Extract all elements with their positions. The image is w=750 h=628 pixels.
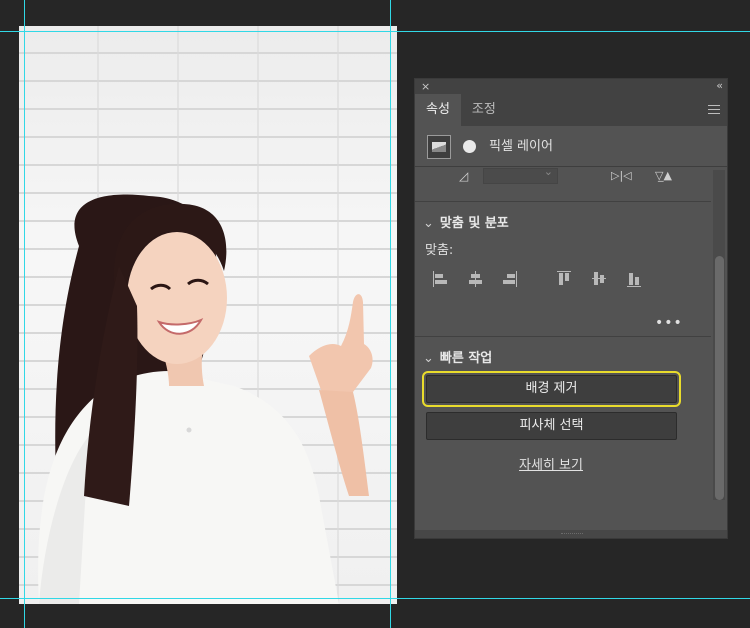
select-subject-button[interactable]: 피사체 선택 bbox=[426, 412, 677, 440]
pixel-layer-icon[interactable] bbox=[427, 135, 451, 159]
canvas-photo bbox=[19, 26, 397, 604]
person-figure bbox=[38, 194, 373, 604]
layer-type-label: 픽셀 레이어 bbox=[489, 139, 553, 154]
quick-actions-title: 빠른 작업 bbox=[439, 351, 493, 366]
align-right-edges-icon[interactable] bbox=[503, 271, 517, 287]
panel-tabs: 속성 조정 bbox=[415, 94, 727, 126]
align-bottom-edges-icon[interactable] bbox=[627, 271, 641, 287]
layer-type-row: 픽셀 레이어 bbox=[415, 126, 727, 167]
guide-horizontal-bottom[interactable] bbox=[0, 598, 750, 599]
collapse-panel-icon[interactable]: ‹‹ bbox=[716, 79, 723, 93]
panel-resize-handle[interactable] bbox=[415, 530, 727, 538]
align-section-title: 맞춤 및 분포 bbox=[439, 216, 509, 231]
scrollbar-thumb[interactable] bbox=[715, 256, 724, 500]
guide-vertical-right[interactable] bbox=[390, 0, 391, 628]
align-label: 맞춤: bbox=[425, 243, 454, 258]
panel-menu-icon[interactable] bbox=[708, 105, 720, 117]
properties-panel: × ‹‹ 속성 조정 픽셀 레이어 ◿ ▷|◁ ▽̲▲ ⌄ 맞춤 및 분포 맞춤: bbox=[414, 78, 728, 539]
flip-horizontal-icon[interactable]: ▷|◁ bbox=[611, 169, 632, 182]
align-vertical-centers-icon[interactable] bbox=[592, 271, 606, 287]
panel-scrollbar[interactable] bbox=[713, 170, 725, 500]
close-icon[interactable]: × bbox=[421, 79, 430, 94]
tab-properties[interactable]: 속성 bbox=[415, 94, 461, 126]
chevron-down-icon: ⌄ bbox=[423, 216, 434, 231]
align-section-header[interactable]: ⌄ 맞춤 및 분포 bbox=[423, 212, 509, 231]
transform-row: ◿ ▷|◁ ▽̲▲ bbox=[415, 165, 711, 190]
flip-vertical-icon[interactable]: ▽̲▲ bbox=[655, 169, 672, 182]
tab-adjustments[interactable]: 조정 bbox=[461, 94, 507, 126]
align-top-edges-icon[interactable] bbox=[557, 271, 571, 287]
chevron-down-icon: ⌄ bbox=[423, 351, 434, 366]
more-options-icon[interactable]: ••• bbox=[655, 315, 683, 331]
rotate-angle-icon: ◿ bbox=[459, 169, 469, 183]
section-divider bbox=[415, 201, 711, 202]
align-horizontal-centers-icon[interactable] bbox=[468, 271, 482, 287]
remove-background-button[interactable]: 배경 제거 bbox=[422, 371, 681, 407]
panel-title-bar: × ‹‹ bbox=[415, 79, 727, 94]
section-divider bbox=[415, 336, 711, 337]
layer-mask-icon[interactable] bbox=[459, 137, 481, 157]
learn-more-link[interactable]: 자세히 보기 bbox=[415, 454, 687, 473]
guide-vertical-left[interactable] bbox=[24, 0, 25, 628]
panel-content: ◿ ▷|◁ ▽̲▲ ⌄ 맞춤 및 분포 맞춤: bbox=[415, 165, 711, 523]
rotation-angle-field[interactable] bbox=[483, 165, 558, 184]
quick-actions-header[interactable]: ⌄ 빠른 작업 bbox=[423, 347, 492, 366]
guide-horizontal-top[interactable] bbox=[0, 31, 750, 32]
align-left-edges-icon[interactable] bbox=[433, 271, 447, 287]
